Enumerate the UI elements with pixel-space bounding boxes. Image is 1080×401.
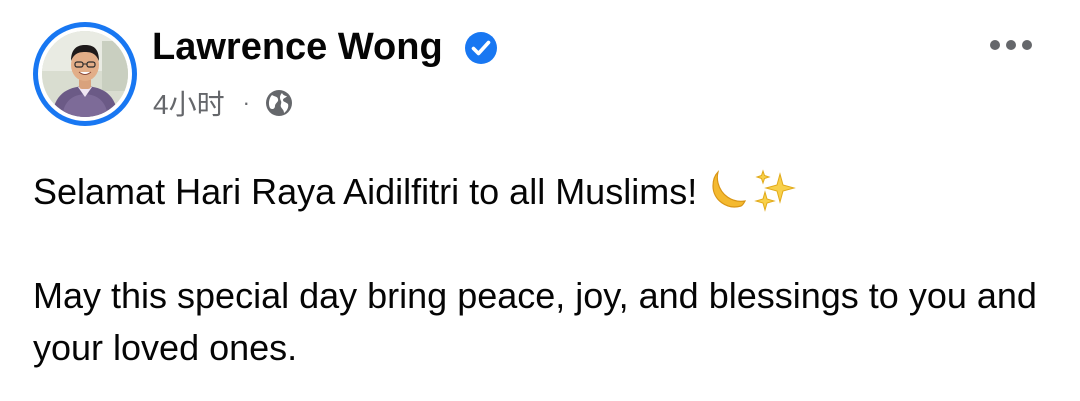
globe-icon[interactable]: [264, 88, 294, 118]
more-options-icon[interactable]: [986, 30, 1036, 60]
post-paragraph-text: Selamat Hari Raya Aidilfitri to all Musl…: [33, 171, 698, 212]
post-body: Selamat Hari Raya Aidilfitri to all Musl…: [33, 164, 1063, 374]
post-paragraph: May this special day bring peace, joy, a…: [33, 275, 1037, 368]
crescent-moon-icon: [712, 170, 747, 208]
profile-photo-image: [42, 31, 128, 117]
profile-photo: [42, 31, 128, 117]
avatar-ring-gap: [38, 27, 132, 121]
meta-separator: ·: [242, 90, 250, 115]
facebook-post: Lawrence Wong 4小时 · Selamat Hari Raya Ai…: [0, 0, 1080, 401]
post-meta: 4小时 ·: [153, 83, 294, 123]
post-timestamp[interactable]: 4小时: [153, 83, 225, 123]
post-paragraph: Selamat Hari Raya Aidilfitri to all Musl…: [33, 164, 1063, 218]
verified-badge-icon: [465, 32, 497, 64]
avatar[interactable]: [33, 22, 137, 126]
sparkles-icon: [754, 169, 797, 212]
author-name[interactable]: Lawrence Wong: [152, 22, 443, 72]
